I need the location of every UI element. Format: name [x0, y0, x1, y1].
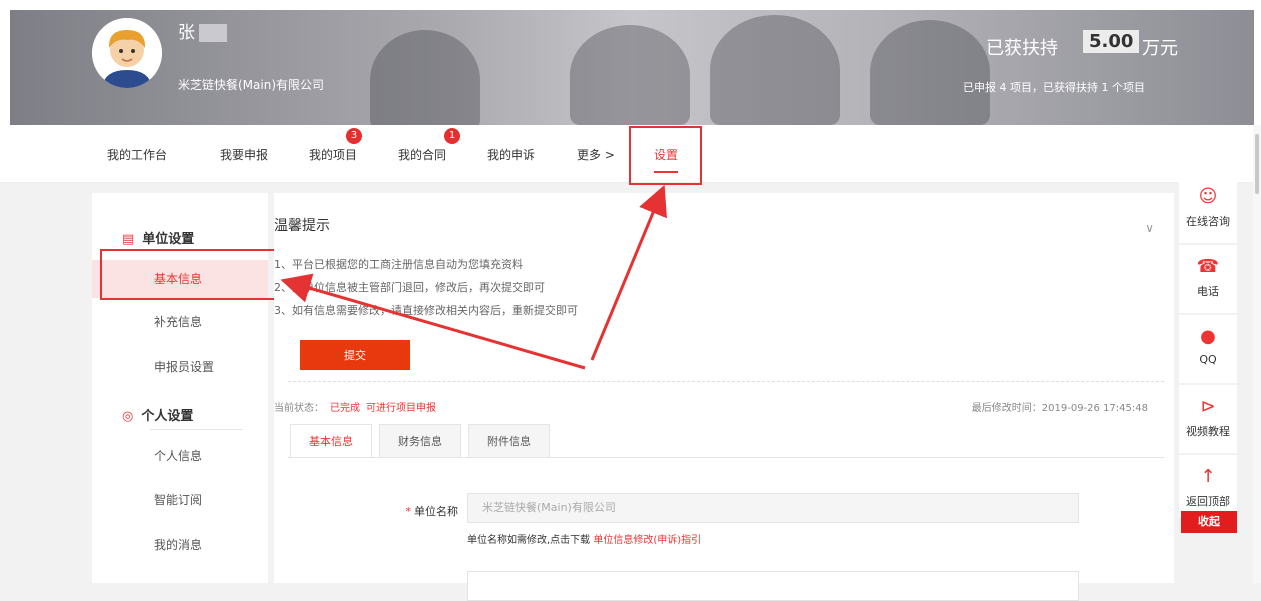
- status-action: 可进行项目申报: [366, 403, 436, 414]
- nav-apply[interactable]: 我要申报: [220, 146, 268, 163]
- header-banner: 张 米芝链快餐(Main)有限公司 已获扶持 5.00 万元 已申报 4 项目，…: [0, 0, 1261, 125]
- online-consult-button[interactable]: ☺ 在线咨询: [1179, 175, 1237, 243]
- qq-button[interactable]: ● QQ: [1179, 315, 1237, 383]
- nav-more[interactable]: 更多 >: [577, 146, 615, 163]
- main-panel: 温馨提示 ∨ 1、平台已根据您的工商注册信息自动为您填充资料 2、如单位信息被主…: [274, 193, 1174, 601]
- sidebar-item-personal-info[interactable]: 个人信息: [92, 437, 268, 475]
- status-state: 已完成: [330, 403, 360, 414]
- arrow-top-icon: ↑: [1200, 466, 1216, 487]
- nav-my-appeals[interactable]: 我的申诉: [487, 146, 535, 163]
- scrollbar-thumb[interactable]: [1255, 134, 1259, 194]
- phone-icon: ☎: [1196, 256, 1220, 277]
- contracts-badge: 1: [444, 128, 460, 144]
- sidebar-section-unit: ▤ 单位设置: [122, 232, 195, 247]
- support-summary: 已申报 4 项目，已获得扶持 1 个项目: [963, 81, 1145, 94]
- building-icon: ▤: [122, 232, 135, 247]
- support-label: 已获扶持: [986, 38, 1058, 59]
- highlight-settings-box: [629, 126, 702, 185]
- projects-badge: 3: [346, 128, 362, 144]
- tip-line: 2、如单位信息被主管部门退回，修改后，再次提交即可: [274, 281, 545, 294]
- last-modified: 最后修改时间：2019-09-26 17:45:48: [971, 403, 1148, 414]
- current-status: 当前状态： 已完成 可进行项目申报: [274, 403, 436, 414]
- support-unit: 万元: [1142, 38, 1178, 59]
- company-name: 米芝链快餐(Main)有限公司: [178, 78, 325, 92]
- tab-financial-info[interactable]: 财务信息: [379, 424, 461, 458]
- tips-title: 温馨提示: [274, 218, 330, 234]
- unit-name-help: 单位名称如需修改,点击下载 单位信息修改(申诉)指引: [467, 535, 702, 546]
- chevron-down-icon[interactable]: ∨: [1145, 221, 1154, 235]
- sidebar-item-smart-subscription[interactable]: 智能订阅: [92, 481, 268, 519]
- tab-basic-info[interactable]: 基本信息: [290, 424, 372, 458]
- back-to-top-button[interactable]: ↑ 返回顶部: [1179, 455, 1237, 517]
- collapse-button[interactable]: 收起: [1181, 511, 1237, 533]
- support-amount: 5.00: [1083, 30, 1140, 53]
- tip-line: 3、如有信息需要修改，请直接修改相关内容后，重新提交即可: [274, 304, 578, 317]
- avatar[interactable]: [92, 18, 162, 88]
- qq-icon: ●: [1200, 326, 1216, 347]
- video-tutorial-button[interactable]: ⊳ 视频教程: [1179, 385, 1237, 453]
- sidebar-section-personal: ◎ 个人设置: [122, 409, 194, 424]
- nav-my-projects[interactable]: 我的项目: [309, 146, 357, 163]
- modification-guide-link[interactable]: 单位信息修改(申诉)指引: [593, 535, 701, 546]
- headset-icon: ☺: [1198, 186, 1218, 207]
- highlight-basic-info-box: [100, 249, 280, 300]
- nav-my-contracts[interactable]: 我的合同: [398, 146, 446, 163]
- user-circle-icon: ◎: [122, 409, 134, 424]
- play-icon: ⊳: [1200, 396, 1216, 417]
- tip-line: 1、平台已根据您的工商注册信息自动为您填充资料: [274, 258, 523, 271]
- unit-abbr-field[interactable]: [467, 571, 1079, 601]
- phone-button[interactable]: ☎ 电话: [1179, 245, 1237, 313]
- nav-workbench[interactable]: 我的工作台: [107, 146, 167, 163]
- divider: [288, 381, 1164, 382]
- sidebar-item-declarer-settings[interactable]: 申报员设置: [92, 348, 268, 386]
- tab-attachment-info[interactable]: 附件信息: [468, 424, 550, 458]
- sidebar-item-supplement-info[interactable]: 补充信息: [92, 303, 268, 341]
- unit-name-label: * 单位名称: [405, 505, 459, 518]
- user-name: 张: [178, 18, 227, 43]
- tab-divider: [288, 457, 1164, 458]
- sidebar-item-my-messages[interactable]: 我的消息: [92, 526, 268, 564]
- submit-button[interactable]: 提交: [300, 340, 410, 370]
- sidebar-divider: [150, 429, 243, 430]
- unit-name-field[interactable]: 米芝链快餐(Main)有限公司: [467, 493, 1079, 523]
